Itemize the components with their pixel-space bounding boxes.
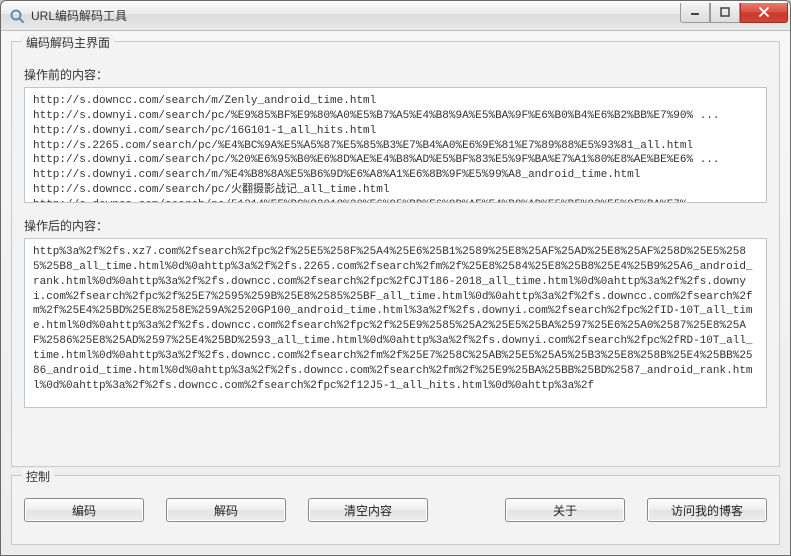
before-textarea[interactable]: http://s.downcc.com/search/m/Zenly_andro…	[24, 87, 767, 203]
minimize-button[interactable]	[680, 3, 710, 23]
clear-button[interactable]: 清空内容	[308, 498, 428, 522]
codec-group-legend: 编码解码主界面	[22, 34, 114, 51]
close-button[interactable]	[740, 3, 788, 23]
encode-button[interactable]: 编码	[24, 498, 144, 522]
after-label: 操作后的内容：	[24, 217, 767, 234]
window-title: URL编码解码工具	[31, 7, 127, 24]
titlebar[interactable]: URL编码解码工具	[1, 1, 790, 31]
control-groupbox: 控制 编码 解码 清空内容 关于 访问我的博客	[11, 475, 780, 545]
about-button[interactable]: 关于	[505, 498, 625, 522]
before-label: 操作前的内容：	[24, 66, 767, 83]
visit-blog-button[interactable]: 访问我的博客	[647, 498, 767, 522]
button-row: 编码 解码 清空内容 关于 访问我的博客	[24, 498, 767, 522]
control-group-legend: 控制	[22, 468, 54, 485]
codec-groupbox: 编码解码主界面 操作前的内容： http://s.downcc.com/sear…	[11, 41, 780, 467]
client-area: 编码解码主界面 操作前的内容： http://s.downcc.com/sear…	[1, 31, 790, 555]
maximize-button[interactable]	[710, 3, 740, 23]
after-textarea[interactable]: http%3a%2f%2fs.xz7.com%2fsearch%2fpc%2f%…	[24, 238, 767, 408]
app-window: URL编码解码工具 编码解码主界面 操作前的内容： http://s.downc…	[0, 0, 791, 556]
decode-button[interactable]: 解码	[166, 498, 286, 522]
window-controls	[680, 3, 788, 23]
app-icon	[9, 8, 25, 24]
